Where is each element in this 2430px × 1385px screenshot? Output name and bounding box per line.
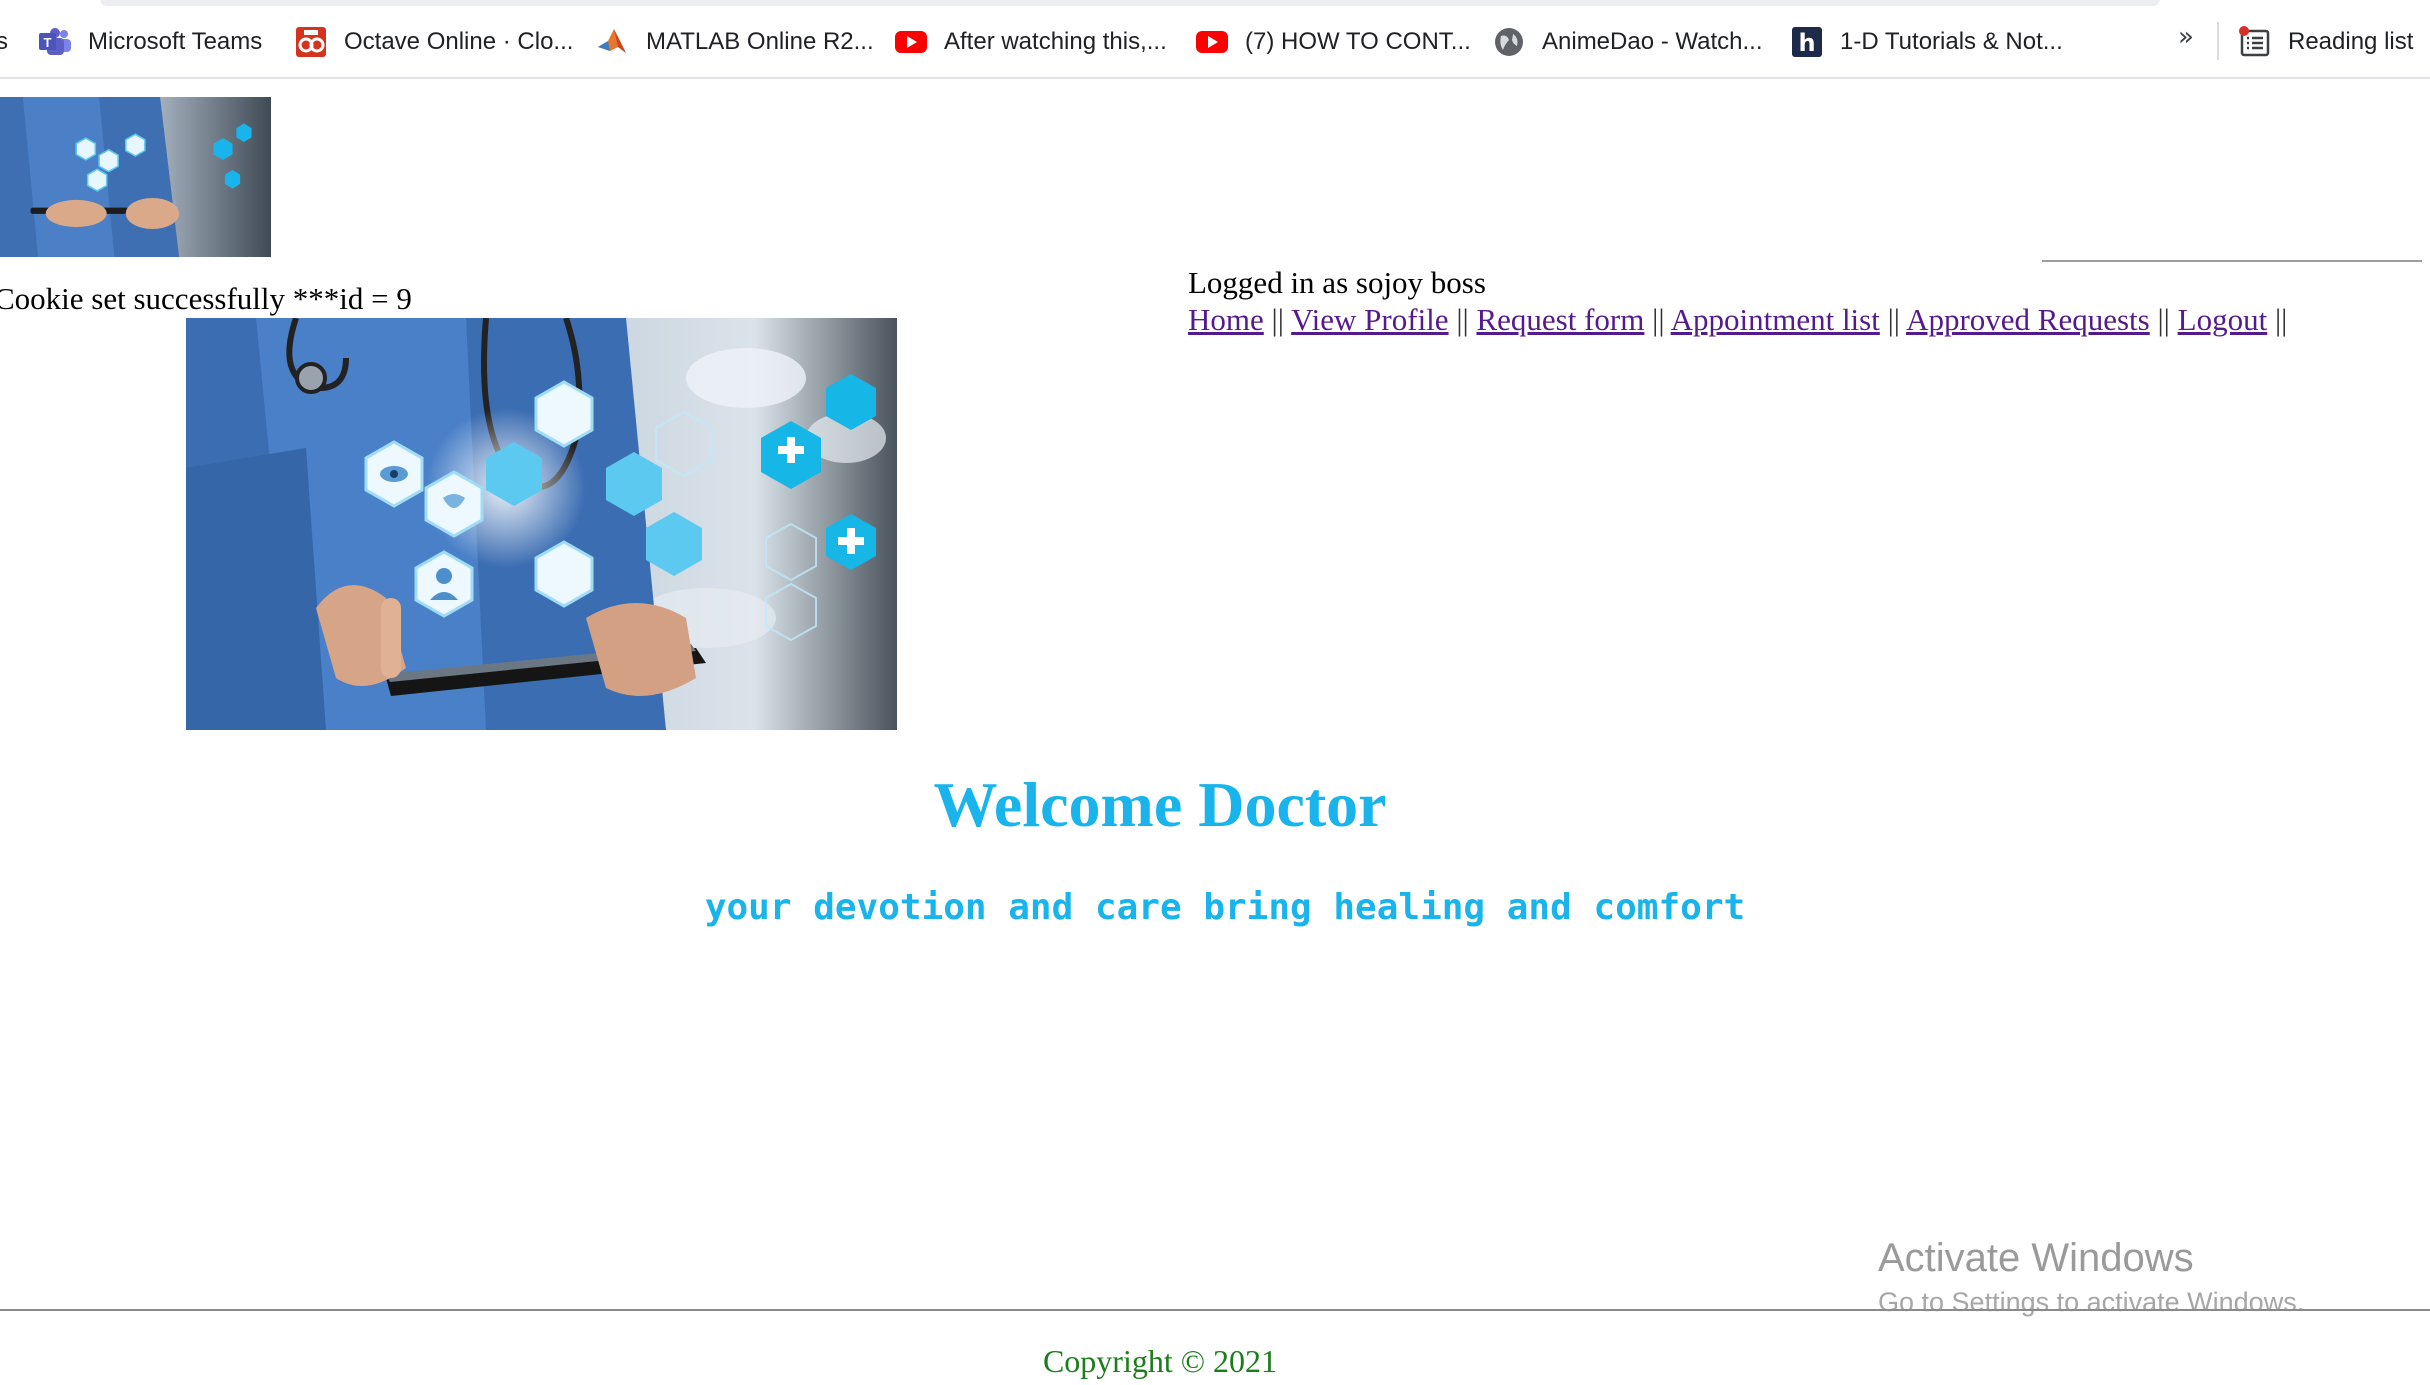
nav-link-approved-requests[interactable]: Approved Requests: [1906, 302, 2150, 337]
nav-link-home[interactable]: Home: [1188, 302, 1264, 337]
svg-text:T: T: [44, 35, 52, 50]
header-divider: [2042, 260, 2422, 262]
more-bookmarks-button[interactable]: »: [2178, 22, 2194, 52]
nav-link-request-form[interactable]: Request form: [1476, 302, 1644, 337]
globe-icon: [1492, 25, 1526, 59]
nav-separator: ||: [1652, 302, 1665, 337]
bookmark-matlab-online[interactable]: MATLAB Online R2...: [596, 24, 874, 60]
bookmark-youtube-after-watching[interactable]: After watching this,...: [894, 24, 1167, 60]
bookmarks-bar: s T Microsoft Teams Octave Online · Clo.…: [0, 0, 2430, 79]
doctor-tablet-illustration: [186, 318, 897, 730]
octave-icon: [294, 25, 328, 59]
bookmark-label: 1-D Tutorials & Not...: [1840, 28, 2063, 55]
cookie-status-message: Cookie set successfully ***id = 9: [0, 281, 412, 316]
bookmark-octave-online[interactable]: Octave Online · Clo...: [294, 24, 573, 60]
address-bar-edge: [100, 0, 2160, 6]
bookmark-animedao[interactable]: AnimeDao - Watch...: [1492, 24, 1763, 60]
welcome-tagline: your devotion and care bring healing and…: [704, 887, 1746, 928]
bookmark-label: s: [0, 28, 8, 56]
teams-icon: T: [38, 25, 72, 59]
bookmark-microsoft-teams[interactable]: T Microsoft Teams: [38, 24, 262, 60]
logged-in-status: Logged in as sojoy boss: [1188, 265, 1486, 300]
windows-activation-watermark: Activate Windows Go to Settings to activ…: [1878, 1232, 2304, 1320]
svg-text:h: h: [1798, 29, 1815, 57]
bookmark-label: After watching this,...: [944, 28, 1167, 55]
nav-separator: ||: [2157, 302, 2170, 337]
nav-separator: ||: [1456, 302, 1469, 337]
youtube-icon: [894, 25, 928, 59]
reading-list-button[interactable]: Reading list: [2238, 24, 2413, 60]
bookmark-truncated[interactable]: s: [0, 24, 8, 60]
footer-copyright: Copyright © 2021: [1042, 1343, 1278, 1379]
h-icon: h: [1790, 25, 1824, 59]
nav-separator: ||: [2274, 302, 2288, 337]
nav-link-view-profile[interactable]: View Profile: [1291, 302, 1448, 337]
footer-divider: [0, 1309, 2430, 1311]
youtube-icon: [1195, 25, 1229, 59]
bookmark-label: (7) HOW TO CONT...: [1245, 28, 1471, 55]
bookmarks-divider: [2217, 22, 2219, 60]
activation-subtitle: Go to Settings to activate Windows.: [1878, 1287, 2305, 1317]
bookmark-label: Octave Online · Clo...: [344, 28, 574, 55]
nav-separator: ||: [1887, 302, 1901, 337]
bookmark-label: MATLAB Online R2...: [646, 28, 874, 55]
nav-link-appointment-list[interactable]: Appointment list: [1671, 302, 1880, 337]
main-navigation: Home || View Profile || Request form || …: [1188, 302, 2287, 338]
welcome-heading: Welcome Doctor: [933, 769, 1387, 840]
nav-separator: ||: [1271, 302, 1284, 337]
doctor-tablet-thumbnail: [0, 97, 271, 257]
activation-title: Activate Windows: [1878, 1236, 2194, 1280]
bookmark-label: Microsoft Teams: [88, 28, 263, 55]
header-banner-image: [0, 97, 271, 257]
matlab-icon: [596, 25, 630, 59]
hero-image: [186, 318, 897, 730]
bookmark-label: AnimeDao - Watch...: [1542, 28, 1763, 55]
bookmark-youtube-how-to[interactable]: (7) HOW TO CONT...: [1195, 24, 1471, 60]
reading-list-icon: [2238, 25, 2272, 59]
nav-link-logout[interactable]: Logout: [2178, 302, 2268, 337]
reading-list-label: Reading list: [2288, 28, 2414, 55]
bookmark-1d-tutorials[interactable]: h 1-D Tutorials & Not...: [1790, 24, 2063, 60]
